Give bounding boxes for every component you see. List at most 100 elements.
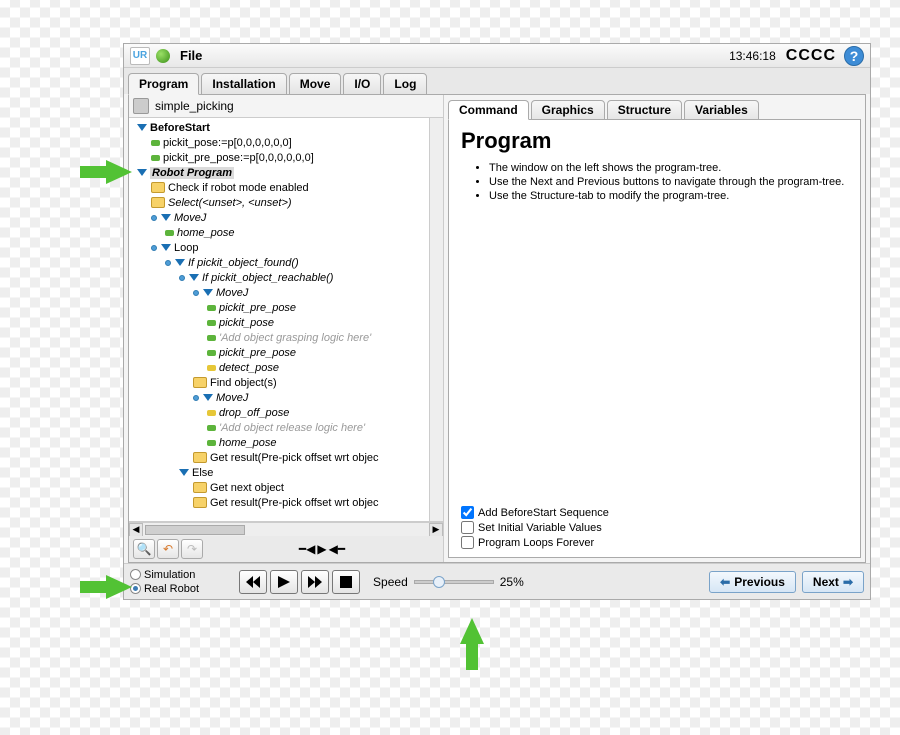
check-loops-box[interactable] bbox=[461, 536, 474, 549]
tab-io[interactable]: I/O bbox=[343, 73, 381, 95]
tree-row[interactable]: MoveJ bbox=[129, 390, 443, 405]
folder-icon bbox=[151, 182, 165, 193]
sub-tab-variables[interactable]: Variables bbox=[684, 100, 759, 120]
tree-node-label: MoveJ bbox=[216, 392, 248, 404]
tree-row[interactable]: BeforeStart bbox=[129, 120, 443, 135]
sub-tab-structure[interactable]: Structure bbox=[607, 100, 682, 120]
radio-simulation[interactable]: Simulation bbox=[130, 568, 199, 582]
tree-row[interactable]: If pickit_object_reachable() bbox=[129, 270, 443, 285]
tab-installation[interactable]: Installation bbox=[201, 73, 286, 95]
previous-button-label: Previous bbox=[734, 575, 785, 589]
tab-log[interactable]: Log bbox=[383, 73, 427, 95]
tree-node-label: pickit_pose bbox=[219, 317, 274, 329]
hscroll-left-icon[interactable]: ◀ bbox=[129, 523, 143, 537]
tree-row[interactable]: detect_pose bbox=[129, 360, 443, 375]
tab-program[interactable]: Program bbox=[128, 73, 199, 95]
media-prev-icon[interactable]: ━◀ bbox=[299, 542, 315, 556]
tree-node-label: drop_off_pose bbox=[219, 407, 289, 419]
arrow-right-icon: ➡ bbox=[843, 575, 853, 589]
check-beforestart[interactable]: Add BeforeStart Sequence bbox=[461, 506, 848, 519]
tree-row[interactable]: pickit_pre_pose:=p[0,0,0,0,0,0] bbox=[129, 150, 443, 165]
node-connector-icon bbox=[151, 245, 157, 251]
status-cccc: CCCC bbox=[786, 47, 836, 65]
check-initial-box[interactable] bbox=[461, 521, 474, 534]
tree-scrollbar-v[interactable] bbox=[429, 118, 443, 521]
tree-row[interactable]: If pickit_object_found() bbox=[129, 255, 443, 270]
hscroll-thumb[interactable] bbox=[145, 525, 245, 535]
tree-row[interactable]: Select(<unset>, <unset>) bbox=[129, 195, 443, 210]
hint-3: Use the Structure-tab to modify the prog… bbox=[489, 190, 848, 202]
radio-real-robot[interactable]: Real Robot bbox=[130, 582, 199, 596]
waypoint-icon bbox=[207, 320, 216, 326]
program-tree[interactable]: BeforeStartpickit_pose:=p[0,0,0,0,0,0]pi… bbox=[129, 118, 443, 522]
expand-icon bbox=[203, 289, 213, 296]
redo-button[interactable]: ↷ bbox=[181, 539, 203, 559]
tree-row[interactable]: MoveJ bbox=[129, 210, 443, 225]
folder-icon bbox=[193, 497, 207, 508]
previous-button[interactable]: ⬅ Previous bbox=[709, 571, 796, 593]
speed-label: Speed bbox=[373, 575, 408, 589]
tree-row[interactable]: Get next object bbox=[129, 480, 443, 495]
waypoint-icon bbox=[207, 350, 216, 356]
undo-button[interactable]: ↶ bbox=[157, 539, 179, 559]
tree-node-label: Check if robot mode enabled bbox=[168, 182, 309, 194]
check-loops[interactable]: Program Loops Forever bbox=[461, 536, 848, 549]
check-beforestart-box[interactable] bbox=[461, 506, 474, 519]
tree-row[interactable]: home_pose bbox=[129, 225, 443, 240]
sub-tab-command[interactable]: Command bbox=[448, 100, 529, 120]
check-initial-label: Set Initial Variable Values bbox=[478, 522, 602, 534]
globe-icon[interactable] bbox=[156, 49, 170, 63]
media-next-icon[interactable]: ◀━ bbox=[329, 542, 345, 556]
check-initial[interactable]: Set Initial Variable Values bbox=[461, 521, 848, 534]
tree-row[interactable]: home_pose bbox=[129, 435, 443, 450]
waypoint-icon bbox=[207, 425, 216, 431]
tree-row[interactable]: pickit_pose bbox=[129, 315, 443, 330]
tree-row[interactable]: Find object(s) bbox=[129, 375, 443, 390]
annotation-arrow-3 bbox=[460, 618, 484, 644]
rewind-button[interactable] bbox=[239, 570, 267, 594]
play-button[interactable] bbox=[270, 570, 298, 594]
tree-node-label: MoveJ bbox=[216, 287, 248, 299]
tree-node-label: Else bbox=[192, 467, 213, 479]
tree-row[interactable]: MoveJ bbox=[129, 285, 443, 300]
command-title: Program bbox=[461, 128, 848, 154]
tree-scrollbar-h[interactable]: ◀ ▶ bbox=[129, 522, 443, 536]
speed-slider-thumb[interactable] bbox=[433, 576, 445, 588]
search-button[interactable]: 🔍 bbox=[133, 539, 155, 559]
expand-icon bbox=[161, 214, 171, 221]
tree-row[interactable]: Get result(Pre-pick offset wrt objec bbox=[129, 495, 443, 510]
tree-node-label: home_pose bbox=[177, 227, 235, 239]
app-window: UR File 13:46:18 CCCC ? Program Installa… bbox=[123, 43, 871, 600]
help-icon[interactable]: ? bbox=[844, 46, 864, 66]
waypoint-icon bbox=[151, 140, 160, 146]
sub-tab-graphics[interactable]: Graphics bbox=[531, 100, 605, 120]
tree-row[interactable]: Else bbox=[129, 465, 443, 480]
tree-row[interactable]: 'Add object grasping logic here' bbox=[129, 330, 443, 345]
tree-row[interactable]: 'Add object release logic here' bbox=[129, 420, 443, 435]
tree-row[interactable]: Robot Program bbox=[129, 165, 443, 180]
tree-node-label: detect_pose bbox=[219, 362, 279, 374]
tree-row[interactable]: pickit_pre_pose bbox=[129, 345, 443, 360]
disk-icon[interactable] bbox=[133, 98, 149, 114]
file-menu[interactable]: File bbox=[180, 48, 202, 63]
next-button[interactable]: Next ➡ bbox=[802, 571, 864, 593]
tab-move[interactable]: Move bbox=[289, 73, 342, 95]
tree-row[interactable]: Loop bbox=[129, 240, 443, 255]
command-panel: Program The window on the left shows the… bbox=[448, 119, 861, 558]
tree-row[interactable]: Get result(Pre-pick offset wrt objec bbox=[129, 450, 443, 465]
tree-row[interactable]: drop_off_pose bbox=[129, 405, 443, 420]
folder-icon bbox=[151, 197, 165, 208]
waypoint-icon bbox=[151, 155, 160, 161]
tree-row[interactable]: pickit_pre_pose bbox=[129, 300, 443, 315]
hscroll-right-icon[interactable]: ▶ bbox=[429, 523, 443, 537]
tree-row[interactable]: Check if robot mode enabled bbox=[129, 180, 443, 195]
speed-slider[interactable] bbox=[414, 580, 494, 584]
expand-icon bbox=[175, 259, 185, 266]
node-connector-icon bbox=[193, 290, 199, 296]
forward-button[interactable] bbox=[301, 570, 329, 594]
tree-row[interactable]: pickit_pose:=p[0,0,0,0,0,0] bbox=[129, 135, 443, 150]
main-tabs: Program Installation Move I/O Log bbox=[124, 68, 870, 94]
folder-icon bbox=[193, 377, 207, 388]
stop-button[interactable] bbox=[332, 570, 360, 594]
media-play-icon[interactable]: ▶ bbox=[317, 542, 326, 556]
